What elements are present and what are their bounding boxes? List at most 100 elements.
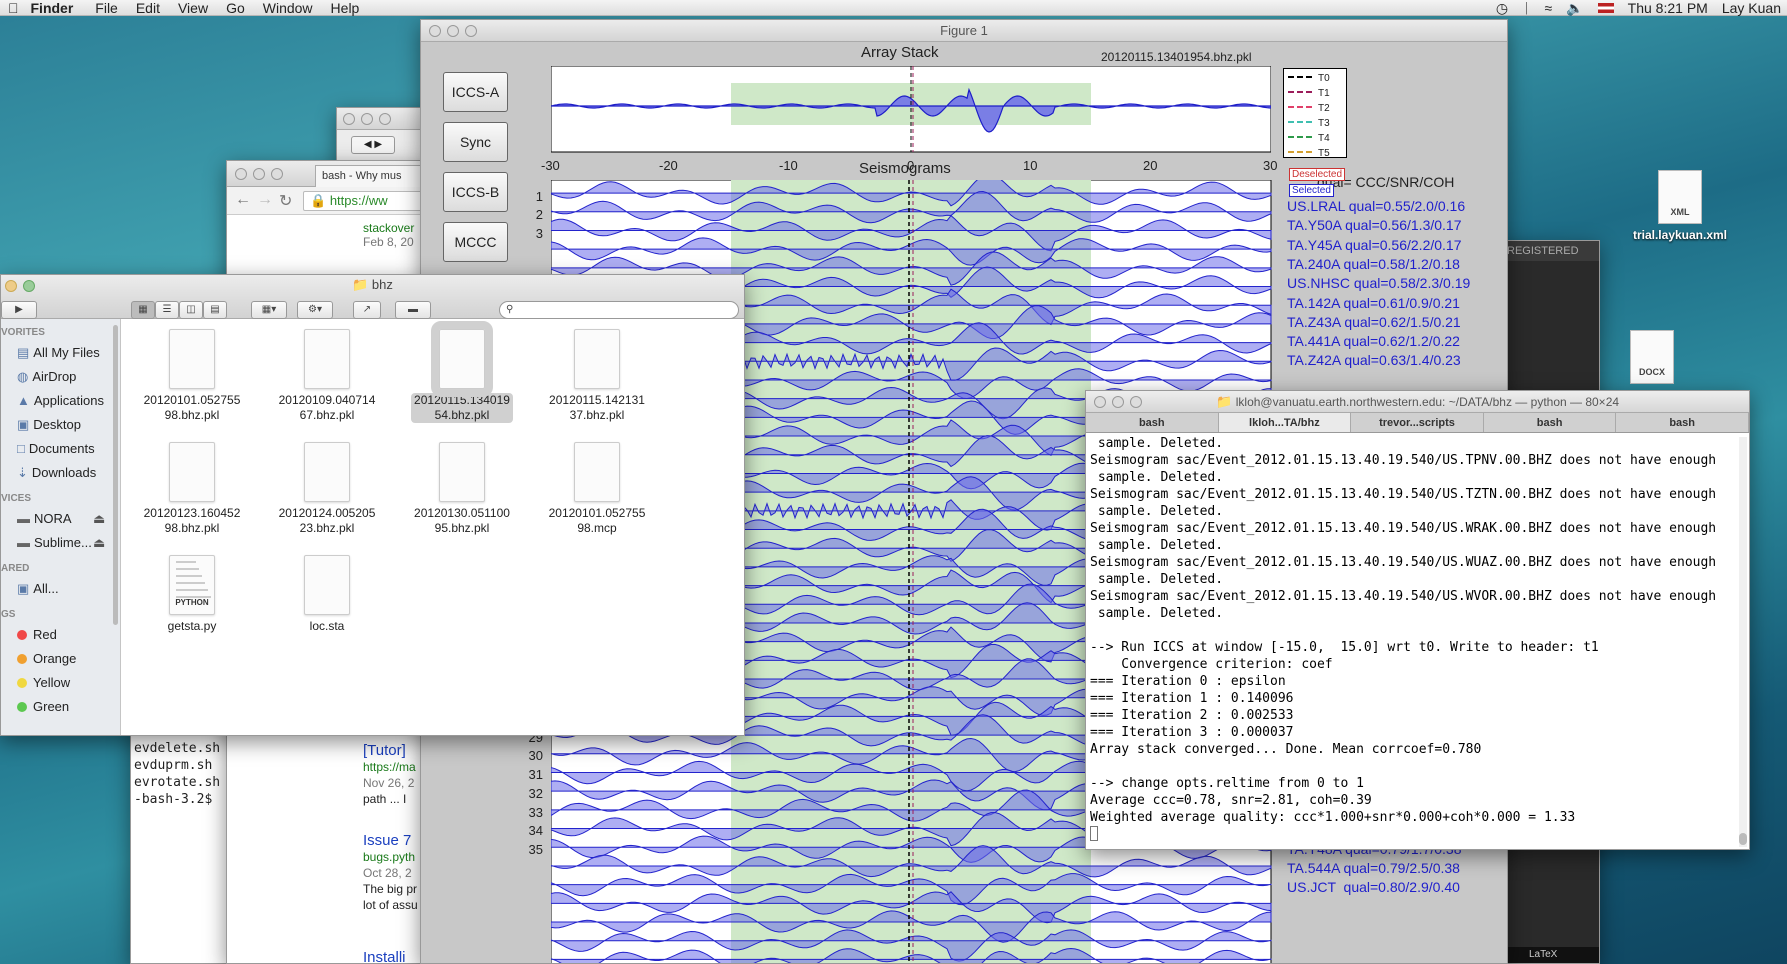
column-view-button[interactable]: ◫ xyxy=(179,301,203,319)
close-button[interactable] xyxy=(429,25,441,37)
menu-file[interactable]: File xyxy=(95,0,118,16)
desktop-file-xml[interactable]: XML trial.laykuan.xml xyxy=(1625,170,1735,242)
file-item[interactable]: 20120130.051100 95.bhz.pkl xyxy=(397,442,527,536)
station-label[interactable]: TA.142A qual=0.61/0.9/0.21 xyxy=(1287,295,1460,311)
arrange-button[interactable]: ▦▾ xyxy=(251,301,287,319)
menu-app-name[interactable]: Finder xyxy=(31,0,74,16)
terminal-tab[interactable]: trevor...scripts xyxy=(1351,413,1484,432)
sidebar-tag[interactable]: Orange xyxy=(1,647,120,671)
action-gear-button[interactable]: ⚙▾ xyxy=(297,301,333,319)
file-item[interactable]: 20120123.160452 98.bhz.pkl xyxy=(127,442,257,536)
terminal-tab[interactable]: bash xyxy=(1616,413,1749,432)
zoom-button[interactable] xyxy=(465,25,477,37)
nav-back-forward[interactable]: ◀ ▶ xyxy=(351,136,395,154)
result-title[interactable]: [Tutor] xyxy=(363,743,425,759)
terminal-tab-active[interactable]: lkloh...TA/bhz xyxy=(1218,413,1352,432)
reload-icon[interactable]: ↻ xyxy=(279,191,292,211)
back-icon[interactable]: ← xyxy=(235,191,251,209)
list-view-button[interactable]: ☰ xyxy=(155,301,179,319)
result-site[interactable]: https://ma xyxy=(363,759,425,775)
terminal-scrollbar[interactable] xyxy=(1739,437,1747,847)
file-item[interactable]: 20120101.052755 98.bhz.pkl xyxy=(127,329,257,423)
result-title[interactable]: Issue 7 xyxy=(363,833,425,849)
minimize-button[interactable] xyxy=(447,25,459,37)
menu-go[interactable]: Go xyxy=(226,0,245,16)
sidebar-scrollbar[interactable] xyxy=(113,325,118,625)
time-machine-icon[interactable]: ◷ xyxy=(1496,0,1508,16)
icon-view-button[interactable]: ▦ xyxy=(131,301,155,319)
station-label[interactable]: TA.441A qual=0.62/1.2/0.22 xyxy=(1287,333,1460,349)
menu-edit[interactable]: Edit xyxy=(136,0,160,16)
terminal-cursor[interactable] xyxy=(1090,826,1098,841)
flag-icon[interactable] xyxy=(1597,3,1614,13)
menu-view[interactable]: View xyxy=(178,0,208,16)
file-item[interactable]: 20120124.005205 23.bhz.pkl xyxy=(262,442,392,536)
coverflow-view-button[interactable]: ▤ xyxy=(203,301,227,319)
mccc-button[interactable]: MCCC xyxy=(443,222,508,262)
desktop-file-docx[interactable]: DOCX xyxy=(1622,330,1682,384)
sidebar-tag[interactable]: Red xyxy=(1,623,120,647)
menu-help[interactable]: Help xyxy=(331,0,360,16)
station-label[interactable]: TA.544A qual=0.79/2.5/0.38 xyxy=(1287,860,1460,876)
forward-icon[interactable]: → xyxy=(257,191,273,209)
sidebar-item[interactable]: ▣ Desktop xyxy=(1,413,120,437)
wifi-icon[interactable]: ≈ xyxy=(1545,0,1553,16)
file-name: 20120101.052755 98.mcp xyxy=(548,506,646,535)
window-title: bhz xyxy=(371,277,393,292)
sidebar-item[interactable]: ▤ All My Files xyxy=(1,341,120,365)
eject-icon[interactable]: ⏏ xyxy=(93,507,105,531)
sync-button[interactable]: Sync xyxy=(443,122,508,162)
result-site[interactable]: bugs.pyth xyxy=(363,849,425,865)
sidebar-device[interactable]: ▬ Sublime... ⏏ xyxy=(1,531,120,555)
terminal-output[interactable]: sample. Deleted. Seismogram sac/Event_201… xyxy=(1086,433,1749,843)
file-item[interactable]: PYTHON getsta.py xyxy=(127,555,257,634)
user-name[interactable]: Lay Kuan xyxy=(1722,0,1781,16)
nav-back-forward[interactable]: ▶ xyxy=(1,301,37,319)
share-button[interactable]: ↗ xyxy=(353,301,381,319)
bluetooth-icon[interactable]: ᛁ xyxy=(1522,0,1530,16)
file-item[interactable]: 20120101.052755 98.mcp xyxy=(532,442,662,536)
sidebar-item[interactable]: □ Documents xyxy=(1,437,120,461)
sidebar-shared[interactable]: ▣ All... xyxy=(1,577,120,601)
search-input[interactable]: ⚲ xyxy=(499,301,739,319)
sidebar-item[interactable]: ▲ Applications xyxy=(1,389,120,413)
file-item[interactable]: 20120109.040714 67.bhz.pkl xyxy=(262,329,392,423)
station-label[interactable]: TA.240A qual=0.58/1.2/0.18 xyxy=(1287,256,1460,272)
url-bar[interactable]: 🔒 https://ww xyxy=(303,191,425,211)
close-button[interactable] xyxy=(1094,396,1106,408)
iccs-a-button[interactable]: ICCS-A xyxy=(443,72,508,112)
station-label[interactable]: US.LRAL qual=0.55/2.0/0.16 xyxy=(1287,198,1465,214)
zoom-button[interactable] xyxy=(1130,396,1142,408)
station-label[interactable]: US.NHSC qual=0.58/2.3/0.19 xyxy=(1287,275,1470,291)
iccs-b-button[interactable]: ICCS-B xyxy=(443,172,508,212)
browser-tab[interactable]: bash - Why mus xyxy=(315,165,425,187)
sidebar-tag[interactable]: Green xyxy=(1,695,120,719)
result-site[interactable]: stackover xyxy=(363,221,425,235)
terminal-tab[interactable]: bash xyxy=(1484,413,1617,432)
terminal-prompt[interactable]: -bash-3.2$ xyxy=(134,791,226,808)
minimize-button[interactable] xyxy=(1112,396,1124,408)
station-label[interactable]: TA.Y45A qual=0.56/2.2/0.17 xyxy=(1287,237,1462,253)
station-label[interactable]: US.JCT qual=0.80/2.9/0.40 xyxy=(1287,879,1460,895)
sidebar-tag[interactable]: Yellow xyxy=(1,671,120,695)
eject-icon[interactable]: ⏏ xyxy=(93,531,105,555)
menu-window[interactable]: Window xyxy=(263,0,313,16)
sidebar-device[interactable]: ▬ NORA ⏏ xyxy=(1,507,120,531)
terminal-line: === Iteration 0 : epsilon xyxy=(1090,674,1286,689)
tags-button[interactable]: ▬ xyxy=(395,301,431,319)
array-stack-plot[interactable] xyxy=(551,66,1271,154)
terminal-tab[interactable]: bash xyxy=(1086,413,1219,432)
apple-icon[interactable]:  xyxy=(8,0,19,16)
sidebar-item[interactable]: ⇣ Downloads xyxy=(1,461,120,485)
station-label[interactable]: TA.Z43A qual=0.62/1.5/0.21 xyxy=(1287,314,1461,330)
sidebar-item[interactable]: ◍ AirDrop xyxy=(1,365,120,389)
volume-icon[interactable]: 🔈 xyxy=(1566,0,1583,16)
file-item[interactable]: 20120115.142131 37.bhz.pkl xyxy=(532,329,662,423)
file-item[interactable]: loc.sta xyxy=(262,555,392,634)
file-item[interactable]: 20120115.134019 54.bhz.pkl xyxy=(397,321,527,423)
result-title[interactable]: Installi xyxy=(363,949,406,963)
sidebar-item-label: Sublime... xyxy=(34,535,92,550)
station-label[interactable]: TA.Z42A qual=0.63/1.4/0.23 xyxy=(1287,352,1461,368)
clock[interactable]: Thu 8:21 PM xyxy=(1628,0,1708,16)
station-label[interactable]: TA.Y50A qual=0.56/1.3/0.17 xyxy=(1287,217,1462,233)
